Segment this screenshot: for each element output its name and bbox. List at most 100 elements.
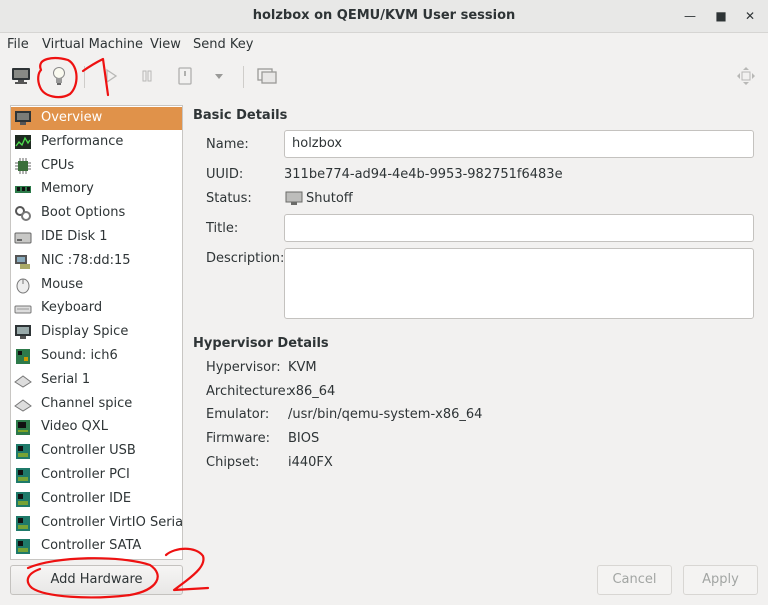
- maximize-icon[interactable]: ■: [711, 6, 731, 26]
- toolbar-separator: [84, 66, 85, 88]
- hardware-item-controller-sata[interactable]: Controller SATA: [11, 535, 182, 558]
- hardware-item-label: CPUs: [41, 157, 75, 173]
- description-label: Description:: [206, 251, 285, 266]
- controller-card-icon: [14, 443, 32, 460]
- hardware-item-label: Video QXL: [41, 419, 108, 435]
- hypervisor-label: Hypervisor:: [206, 360, 281, 375]
- emulator-label: Emulator:: [206, 407, 270, 422]
- close-icon[interactable]: ✕: [740, 6, 760, 26]
- hardware-item-nic-78-dd-15[interactable]: NIC :78:dd:15: [11, 250, 182, 273]
- description-field[interactable]: [284, 248, 754, 319]
- network-card-icon: [14, 253, 32, 270]
- controller-card-icon: [14, 491, 32, 508]
- hardware-item-serial-1[interactable]: Serial 1: [11, 369, 182, 392]
- hardware-item-label: Display Spice: [41, 324, 129, 340]
- dropdown-arrow-icon[interactable]: [206, 64, 232, 88]
- controller-card-icon: [14, 538, 32, 555]
- minimize-icon[interactable]: —: [680, 6, 700, 26]
- hardware-item-channel-spice[interactable]: Channel spice: [11, 393, 182, 416]
- hardware-item-label: Controller PCI: [41, 467, 130, 482]
- disk-drive-icon: [14, 229, 32, 246]
- serial-port-icon: [14, 372, 32, 389]
- mouse-icon: [14, 277, 32, 294]
- name-field[interactable]: holzbox: [284, 130, 754, 158]
- play-icon[interactable]: [98, 64, 124, 88]
- hardware-item-label: IDE Disk 1: [41, 229, 108, 244]
- hypervisor-details-heading: Hypervisor Details: [193, 336, 329, 351]
- menu-bar: File Virtual Machine View Send Key: [0, 33, 768, 57]
- menu-file[interactable]: File: [7, 37, 29, 52]
- chipset-label: Chipset:: [206, 455, 260, 470]
- uuid-label: UUID:: [206, 167, 244, 182]
- title-label: Title:: [206, 221, 239, 236]
- toolbar: [0, 58, 768, 94]
- hardware-item-label: Controller USB: [41, 443, 136, 459]
- hardware-item-label: Memory: [41, 181, 94, 197]
- add-hardware-button[interactable]: Add Hardware: [10, 565, 183, 595]
- emulator-value: /usr/bin/qemu-system-x86_64: [288, 407, 483, 422]
- channel-icon: [14, 396, 32, 413]
- apply-button[interactable]: Apply: [683, 565, 758, 595]
- hardware-item-label: Mouse: [41, 276, 84, 292]
- memory-module-icon: [14, 181, 32, 198]
- hardware-list[interactable]: Overview Performance CPUs Memory Boot Option…: [10, 105, 183, 560]
- status-value: Shutoff: [306, 191, 353, 206]
- hardware-item-display-spice[interactable]: Display Spice: [11, 321, 182, 344]
- hardware-item-controller-virtio-serial[interactable]: Controller VirtIO Serial: [11, 512, 182, 535]
- cancel-label: Cancel: [612, 572, 657, 587]
- performance-graph-icon: [14, 134, 32, 151]
- hardware-item-keyboard[interactable]: Keyboard: [11, 297, 182, 320]
- title-field[interactable]: [284, 214, 754, 242]
- hardware-item-sound-ich6[interactable]: Sound: ich6: [11, 345, 182, 368]
- hardware-item-performance[interactable]: Performance: [11, 131, 182, 154]
- hardware-item-label: Serial 1: [41, 371, 91, 387]
- lightbulb-icon[interactable]: [46, 64, 72, 88]
- hardware-item-label: Controller IDE: [41, 490, 132, 506]
- hardware-item-label: Boot Options: [41, 205, 126, 221]
- hardware-item-label: NIC :78:dd:15: [41, 252, 131, 268]
- snapshot-icon[interactable]: [254, 64, 280, 88]
- keyboard-icon: [14, 300, 32, 317]
- hardware-item-overview[interactable]: Overview: [11, 107, 182, 130]
- hardware-item-mouse[interactable]: Mouse: [11, 274, 182, 297]
- hardware-item-ide-disk-1[interactable]: IDE Disk 1: [11, 226, 182, 249]
- architecture-value: x86_64: [288, 384, 336, 399]
- basic-details-heading: Basic Details: [193, 108, 288, 123]
- console-icon[interactable]: [8, 64, 34, 88]
- shutoff-status-icon: [285, 191, 303, 206]
- monitor-icon: [14, 110, 32, 127]
- hardware-item-label: Channel spice: [41, 395, 133, 411]
- hardware-item-boot-options[interactable]: Boot Options: [11, 202, 182, 225]
- hardware-item-label: Controller VirtIO Serial: [41, 514, 183, 530]
- title-bar: holzbox on QEMU/KVM User session — ■ ✕: [0, 0, 768, 33]
- hardware-item-label: Sound: ich6: [41, 348, 118, 363]
- hardware-item-video-qxl[interactable]: Video QXL: [11, 416, 182, 439]
- video-card-icon: [14, 419, 32, 436]
- firmware-value: BIOS: [288, 431, 320, 446]
- hardware-item-label: Overview: [41, 110, 103, 125]
- hardware-item-label: Keyboard: [41, 300, 103, 316]
- display-monitor-icon: [14, 324, 32, 341]
- architecture-label: Architecture:: [206, 384, 290, 399]
- pause-icon[interactable]: [134, 64, 160, 88]
- fullscreen-icon[interactable]: [733, 64, 759, 88]
- apply-label: Apply: [702, 572, 739, 587]
- name-label: Name:: [206, 137, 249, 152]
- menu-view[interactable]: View: [150, 37, 181, 52]
- hardware-item-label: Performance: [41, 133, 124, 149]
- uuid-value: 311be774-ad94-4e4b-9953-982751f6483e: [284, 167, 563, 182]
- power-icon[interactable]: [172, 64, 198, 88]
- hardware-item-memory[interactable]: Memory: [11, 178, 182, 201]
- cpu-chip-icon: [14, 157, 32, 175]
- hardware-item-controller-ide[interactable]: Controller IDE: [11, 488, 182, 511]
- firmware-label: Firmware:: [206, 431, 270, 446]
- hardware-item-controller-usb[interactable]: Controller USB: [11, 440, 182, 463]
- menu-send-key[interactable]: Send Key: [193, 37, 253, 52]
- hardware-item-controller-pci[interactable]: Controller PCI: [11, 464, 182, 487]
- gears-icon: [14, 205, 32, 222]
- controller-card-icon: [14, 467, 32, 484]
- hardware-item-cpus[interactable]: CPUs: [11, 155, 182, 178]
- menu-virtual-machine[interactable]: Virtual Machine: [42, 37, 143, 52]
- cancel-button[interactable]: Cancel: [597, 565, 672, 595]
- toolbar-separator: [243, 66, 244, 88]
